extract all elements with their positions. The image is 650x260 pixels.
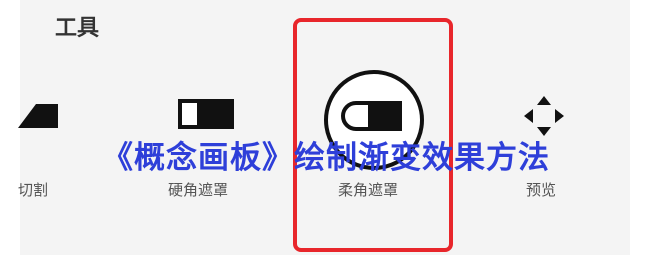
panel-title: 工具 [55,16,100,41]
tool-preview-label: 预览 [526,181,557,199]
tool-hard-mask-label: 硬角遮罩 [168,181,229,199]
hard-mask-icon [178,99,234,129]
cut-wedge-icon [18,104,58,128]
overlay-title: 《概念画板》绘制渐变效果方法 [102,140,550,176]
panel-bottom-edge [0,255,650,260]
tool-cut-label: 切割 [18,181,49,199]
tool-cut[interactable]: 切割 [0,95,80,205]
